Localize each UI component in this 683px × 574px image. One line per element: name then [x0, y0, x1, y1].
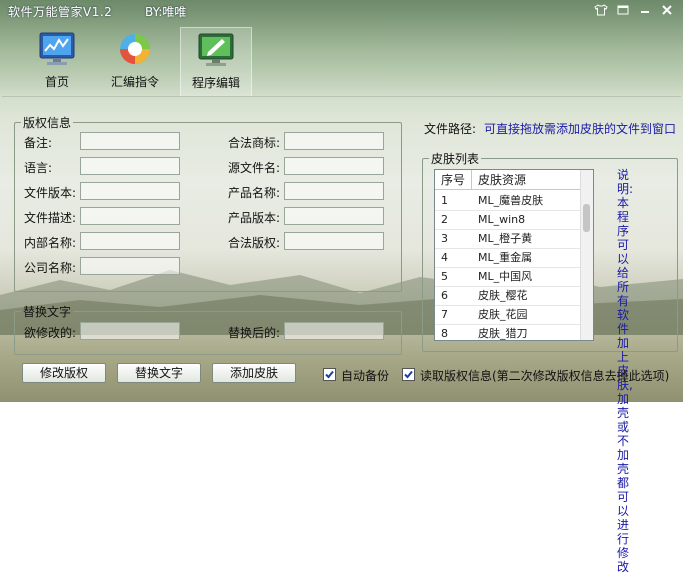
column-header-no[interactable]: 序号	[435, 170, 472, 190]
list-item-no: 1	[441, 194, 448, 207]
list-item-no: 2	[441, 213, 448, 226]
copyright-legend: 版权信息	[23, 116, 72, 130]
list-item[interactable]: 3 ML_橙子黄	[435, 229, 581, 249]
legal-copyright-field[interactable]	[284, 232, 384, 250]
list-item[interactable]: 5 ML_中国风	[435, 267, 581, 287]
maximize-icon[interactable]	[613, 2, 633, 18]
list-item[interactable]: 2 ML_win8	[435, 210, 581, 230]
list-item[interactable]: 8 皮肤_猎刀	[435, 324, 581, 340]
product-name-field[interactable]	[284, 182, 384, 200]
product-name-label: 产品名称:	[228, 186, 281, 200]
file-version-label: 文件版本:	[24, 186, 77, 200]
add-skin-button[interactable]: 添加皮肤	[212, 363, 296, 383]
legal-copyright-label: 合法版权:	[228, 236, 281, 250]
list-item-no: 5	[441, 270, 448, 283]
checkmark-icon	[325, 370, 334, 379]
window-controls	[591, 2, 677, 18]
monitor-chart-icon	[39, 32, 75, 65]
nav-assembly-label: 汇编指令	[110, 75, 159, 89]
nav-home[interactable]: 首页	[22, 27, 92, 95]
original-filename-field[interactable]	[284, 157, 384, 175]
replace-after-label: 替换后的:	[228, 326, 281, 340]
list-item-name: 皮肤_猎刀	[478, 327, 528, 340]
list-item[interactable]: 7 皮肤_花园	[435, 305, 581, 325]
internal-name-label: 内部名称:	[24, 236, 77, 250]
remark-field[interactable]	[80, 132, 180, 150]
app-title: 软件万能管家V1.2	[8, 5, 113, 19]
refresh-globe-icon	[120, 34, 150, 64]
list-item-name: 皮肤_樱花	[478, 289, 528, 302]
remark-label: 备注:	[24, 136, 53, 150]
nav-program-edit-label: 程序编辑	[191, 76, 240, 90]
trademark-label: 合法商标:	[228, 136, 281, 150]
list-item[interactable]: 4 ML_重金属	[435, 248, 581, 268]
modify-copyright-button[interactable]: 修改版权	[22, 363, 106, 383]
close-icon[interactable]	[657, 2, 677, 18]
list-item-name: ML_中国风	[478, 270, 533, 283]
list-item-name: ML_重金属	[478, 251, 533, 264]
list-item-no: 8	[441, 327, 448, 340]
app-author: BY:唯唯	[145, 5, 187, 19]
list-item-no: 7	[441, 308, 448, 321]
auto-backup-label: 自动备份	[341, 369, 390, 383]
replace-legend: 替换文字	[23, 305, 72, 319]
language-label: 语言:	[24, 161, 53, 175]
language-field[interactable]	[80, 157, 180, 175]
product-version-field[interactable]	[284, 207, 384, 225]
file-path-hint: 可直接拖放需添加皮肤的文件到窗口	[484, 122, 677, 136]
read-copyright-label: 读取版权信息(第二次修改版权信息去掉此选项)	[420, 369, 670, 383]
replace-text-button[interactable]: 替换文字	[117, 363, 201, 383]
auto-backup-checkbox[interactable]	[323, 368, 336, 381]
scrollbar-thumb[interactable]	[583, 204, 590, 232]
company-name-label: 公司名称:	[24, 261, 77, 275]
nav-assembly[interactable]: 汇编指令	[100, 27, 170, 95]
skin-list-legend: 皮肤列表	[431, 152, 480, 166]
file-path-label: 文件路径:	[424, 122, 477, 136]
shirt-icon[interactable]	[591, 2, 611, 18]
replace-after-field[interactable]	[284, 322, 384, 340]
skin-list[interactable]: 序号 皮肤资源 1 ML_魔兽皮肤 2 ML_win8 3 ML_橙子黄 4 ML_重金…	[434, 169, 594, 341]
minimize-icon[interactable]	[635, 2, 655, 18]
list-item-name: ML_橙子黄	[478, 232, 533, 245]
product-version-label: 产品版本:	[228, 211, 281, 225]
monitor-edit-icon	[198, 33, 234, 66]
list-item-no: 6	[441, 289, 448, 302]
column-header-skin[interactable]: 皮肤资源	[472, 170, 581, 190]
list-item[interactable]: 6 皮肤_樱花	[435, 286, 581, 306]
list-scrollbar[interactable]	[580, 170, 593, 340]
list-item-no: 3	[441, 232, 448, 245]
list-item[interactable]: 1 ML_魔兽皮肤	[435, 191, 581, 211]
list-item-name: 皮肤_花园	[478, 308, 528, 321]
list-item-no: 4	[441, 251, 448, 264]
checkmark-icon	[404, 370, 413, 379]
list-item-name: ML_魔兽皮肤	[478, 194, 544, 207]
trademark-field[interactable]	[284, 132, 384, 150]
read-copyright-checkbox[interactable]	[402, 368, 415, 381]
file-description-label: 文件描述:	[24, 211, 77, 225]
nav-home-label: 首页	[44, 75, 69, 89]
original-filename-label: 源文件名:	[228, 161, 281, 175]
replace-before-label: 欲修改的:	[24, 326, 77, 340]
internal-name-field[interactable]	[80, 232, 180, 250]
replace-before-field[interactable]	[80, 322, 180, 340]
company-name-field[interactable]	[80, 257, 180, 275]
file-version-field[interactable]	[80, 182, 180, 200]
list-item-name: ML_win8	[478, 213, 526, 226]
file-description-field[interactable]	[80, 207, 180, 225]
nav-program-edit[interactable]: 程序编辑	[180, 27, 252, 97]
